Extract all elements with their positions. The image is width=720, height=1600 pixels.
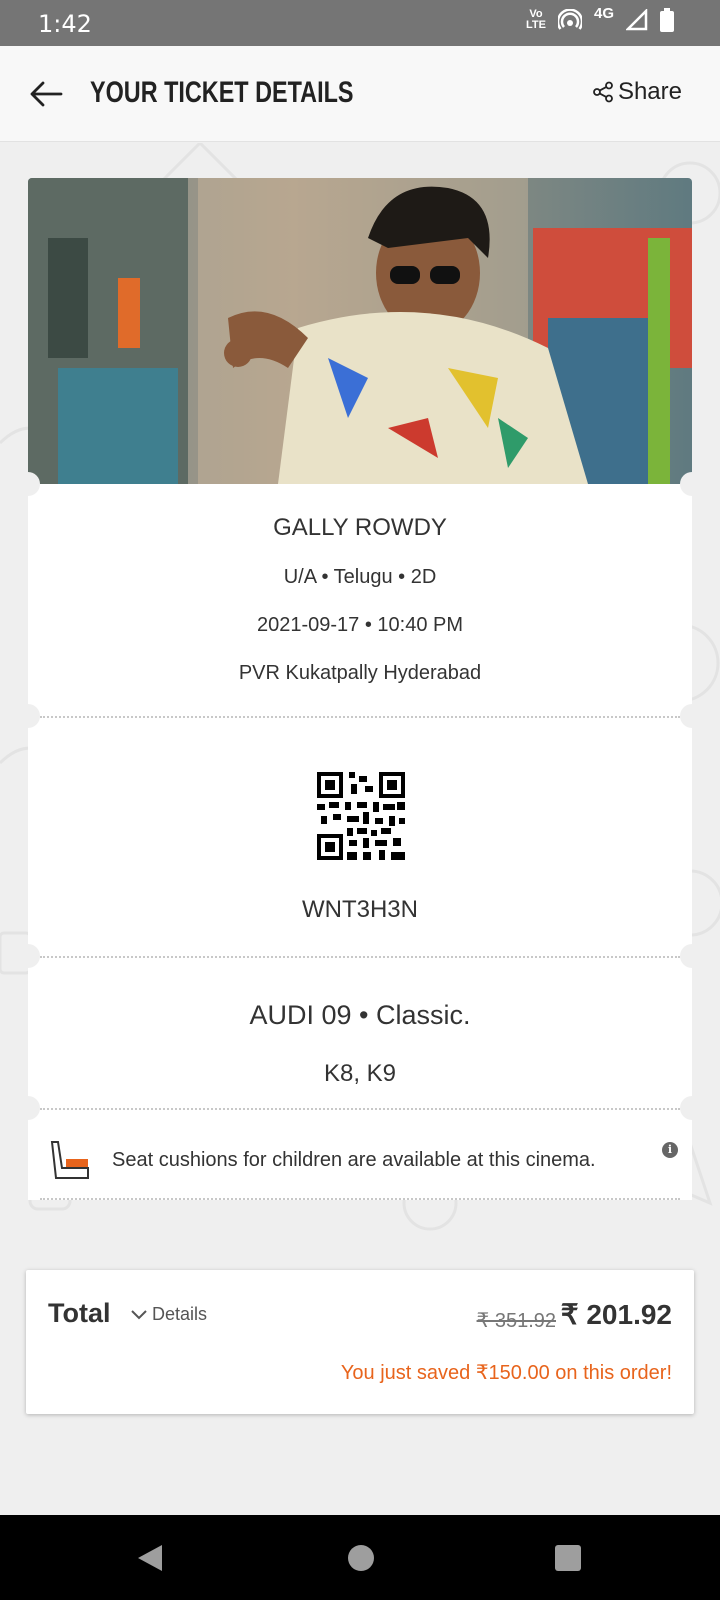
details-toggle[interactable]: Details	[130, 1304, 207, 1325]
cushion-note-text: Seat cushions for children are available…	[112, 1149, 596, 1171]
original-price: ₹ 351.92	[476, 1310, 556, 1332]
nav-back-icon[interactable]	[136, 1543, 164, 1573]
savings-text: You just saved ₹150.00 on this order!	[340, 1362, 672, 1384]
final-price: ₹ 201.92	[560, 1299, 672, 1330]
show-datetime: 2021-09-17 • 10:40 PM	[256, 614, 464, 636]
ticket-notch	[16, 704, 40, 728]
ticket-notch	[680, 944, 704, 968]
total-card: Total Details ₹ 351.92 ₹ 201.92 You just…	[26, 1270, 694, 1414]
seat-cushion-icon	[50, 1141, 89, 1179]
total-label: Total	[48, 1298, 111, 1328]
ticket-notch	[16, 944, 40, 968]
movie-info-section: GALLY ROWDY U/A • Telugu • 2D 2021-09-17…	[16, 472, 704, 716]
status-icons: Vo LTE 4G	[526, 4, 674, 32]
back-arrow-icon[interactable]	[28, 76, 64, 112]
qr-section: WNT3H3N	[16, 704, 704, 956]
page-title: YOUR TICKET DETAILS	[90, 76, 354, 109]
system-nav-bar	[0, 1515, 720, 1600]
movie-meta: U/A • Telugu • 2D	[283, 566, 437, 588]
poster-image	[28, 178, 692, 484]
ticket-card: GALLY ROWDY U/A • Telugu • 2D 2021-09-17…	[16, 178, 704, 1200]
cushion-note-section: Seat cushions for children are available…	[16, 1096, 704, 1200]
seat-numbers: K8, K9	[323, 1060, 397, 1087]
chevron-down-icon	[131, 1309, 147, 1319]
ticket-notch	[680, 704, 704, 728]
qr-code	[317, 772, 405, 860]
battery-icon	[660, 8, 674, 32]
app-header: YOUR TICKET DETAILS Share	[0, 46, 720, 142]
info-icon[interactable]: i	[662, 1142, 678, 1158]
volte-icon: Vo LTE	[526, 8, 546, 31]
ticket-notch	[680, 472, 704, 496]
nav-home-icon[interactable]	[348, 1545, 374, 1571]
nav-recents-icon[interactable]	[555, 1545, 581, 1571]
movie-title: GALLY ROWDY	[273, 514, 447, 541]
booking-id: WNT3H3N	[301, 896, 418, 923]
audi-class: AUDI 09 • Classic.	[249, 1000, 471, 1030]
dotted-divider	[40, 956, 680, 958]
share-button[interactable]: Share	[592, 78, 682, 106]
details-label: Details	[152, 1304, 208, 1324]
movie-poster	[28, 178, 692, 484]
seat-section: AUDI 09 • Classic. K8, K9	[16, 944, 704, 1108]
venue-name: PVR Kukatpally Hyderabad	[238, 662, 482, 684]
dotted-divider	[40, 1108, 680, 1110]
hotspot-icon	[557, 9, 582, 30]
share-label: Share	[617, 78, 682, 105]
dotted-divider	[40, 1198, 680, 1200]
ticket-notch	[16, 472, 40, 496]
network-type: 4G	[593, 4, 614, 22]
signal-icon	[626, 9, 648, 31]
share-icon	[593, 81, 613, 103]
ticket-notch	[680, 1096, 704, 1120]
status-time: 1:42	[38, 10, 92, 38]
status-bar: 1:42 Vo LTE 4G	[0, 0, 720, 46]
ticket-notch	[16, 1096, 40, 1120]
dotted-divider	[40, 716, 680, 718]
